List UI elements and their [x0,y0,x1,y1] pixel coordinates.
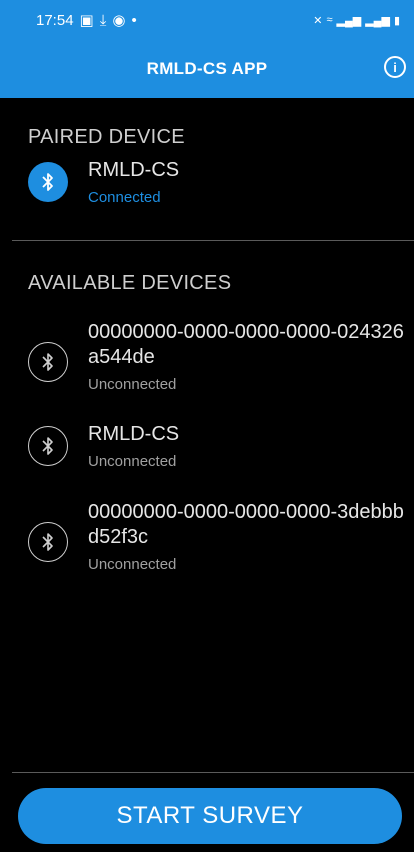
paired-device-item[interactable]: RMLD-CS Connected [28,159,408,206]
mute-icon: ✕ [313,14,323,27]
signal-icon: ▂▄▆ [336,14,362,27]
device-status: Connected [88,189,161,206]
device-status: Unconnected [88,556,177,573]
bluetooth-icon [28,162,68,202]
paired-device-header: PAIRED DEVICE [28,126,185,148]
signal-icon: ▂▄▆ [365,14,390,27]
status-right: ✕ ≈ ▂▄▆ ▂▄▆ ▮ [313,14,400,27]
device-status: Unconnected [88,453,177,470]
device-list-panel: PAIRED DEVICE RMLD-CS Connected AVAILABL… [12,98,414,852]
footer-divider [12,772,414,773]
app-bar: RMLD-CS APP i [0,40,414,98]
available-devices-header: AVAILABLE DEVICES [28,272,232,294]
battery-icon: ▮ [393,14,400,27]
info-icon[interactable]: i [384,56,406,78]
dot-icon: • [131,11,137,29]
wifi-icon: ≈ [326,14,333,26]
status-left: 17:54 ▣ ⤓ ◉ • [36,11,137,30]
device-name: 00000000-0000-0000-0000-3debbbd52f3c [88,501,404,548]
status-bar: 17:54 ▣ ⤓ ◉ • ✕ ≈ ▂▄▆ ▂▄▆ ▮ [0,0,414,40]
available-device-item[interactable]: 00000000-0000-0000-0000-024326a544de Unc… [28,320,408,393]
bluetooth-icon [28,426,68,466]
gallery-icon: ▣ [79,12,94,29]
device-name: RMLD-CS [88,423,180,445]
bluetooth-icon [28,342,68,382]
available-device-item[interactable]: 00000000-0000-0000-0000-3debbbd52f3c Unc… [28,500,408,573]
status-time: 17:54 [36,11,74,29]
app-title: RMLD-CS APP [146,59,268,78]
section-divider [12,240,414,241]
available-device-item[interactable]: RMLD-CS Unconnected [28,422,408,470]
location-icon: ◉ [112,12,126,29]
device-status: Unconnected [88,376,177,393]
start-survey-button[interactable]: START SURVEY [18,788,402,844]
bluetooth-icon [28,522,68,562]
device-name: 00000000-0000-0000-0000-024326a544de [88,321,404,368]
download-icon: ⤓ [99,11,107,29]
device-name: RMLD-CS [88,159,180,181]
